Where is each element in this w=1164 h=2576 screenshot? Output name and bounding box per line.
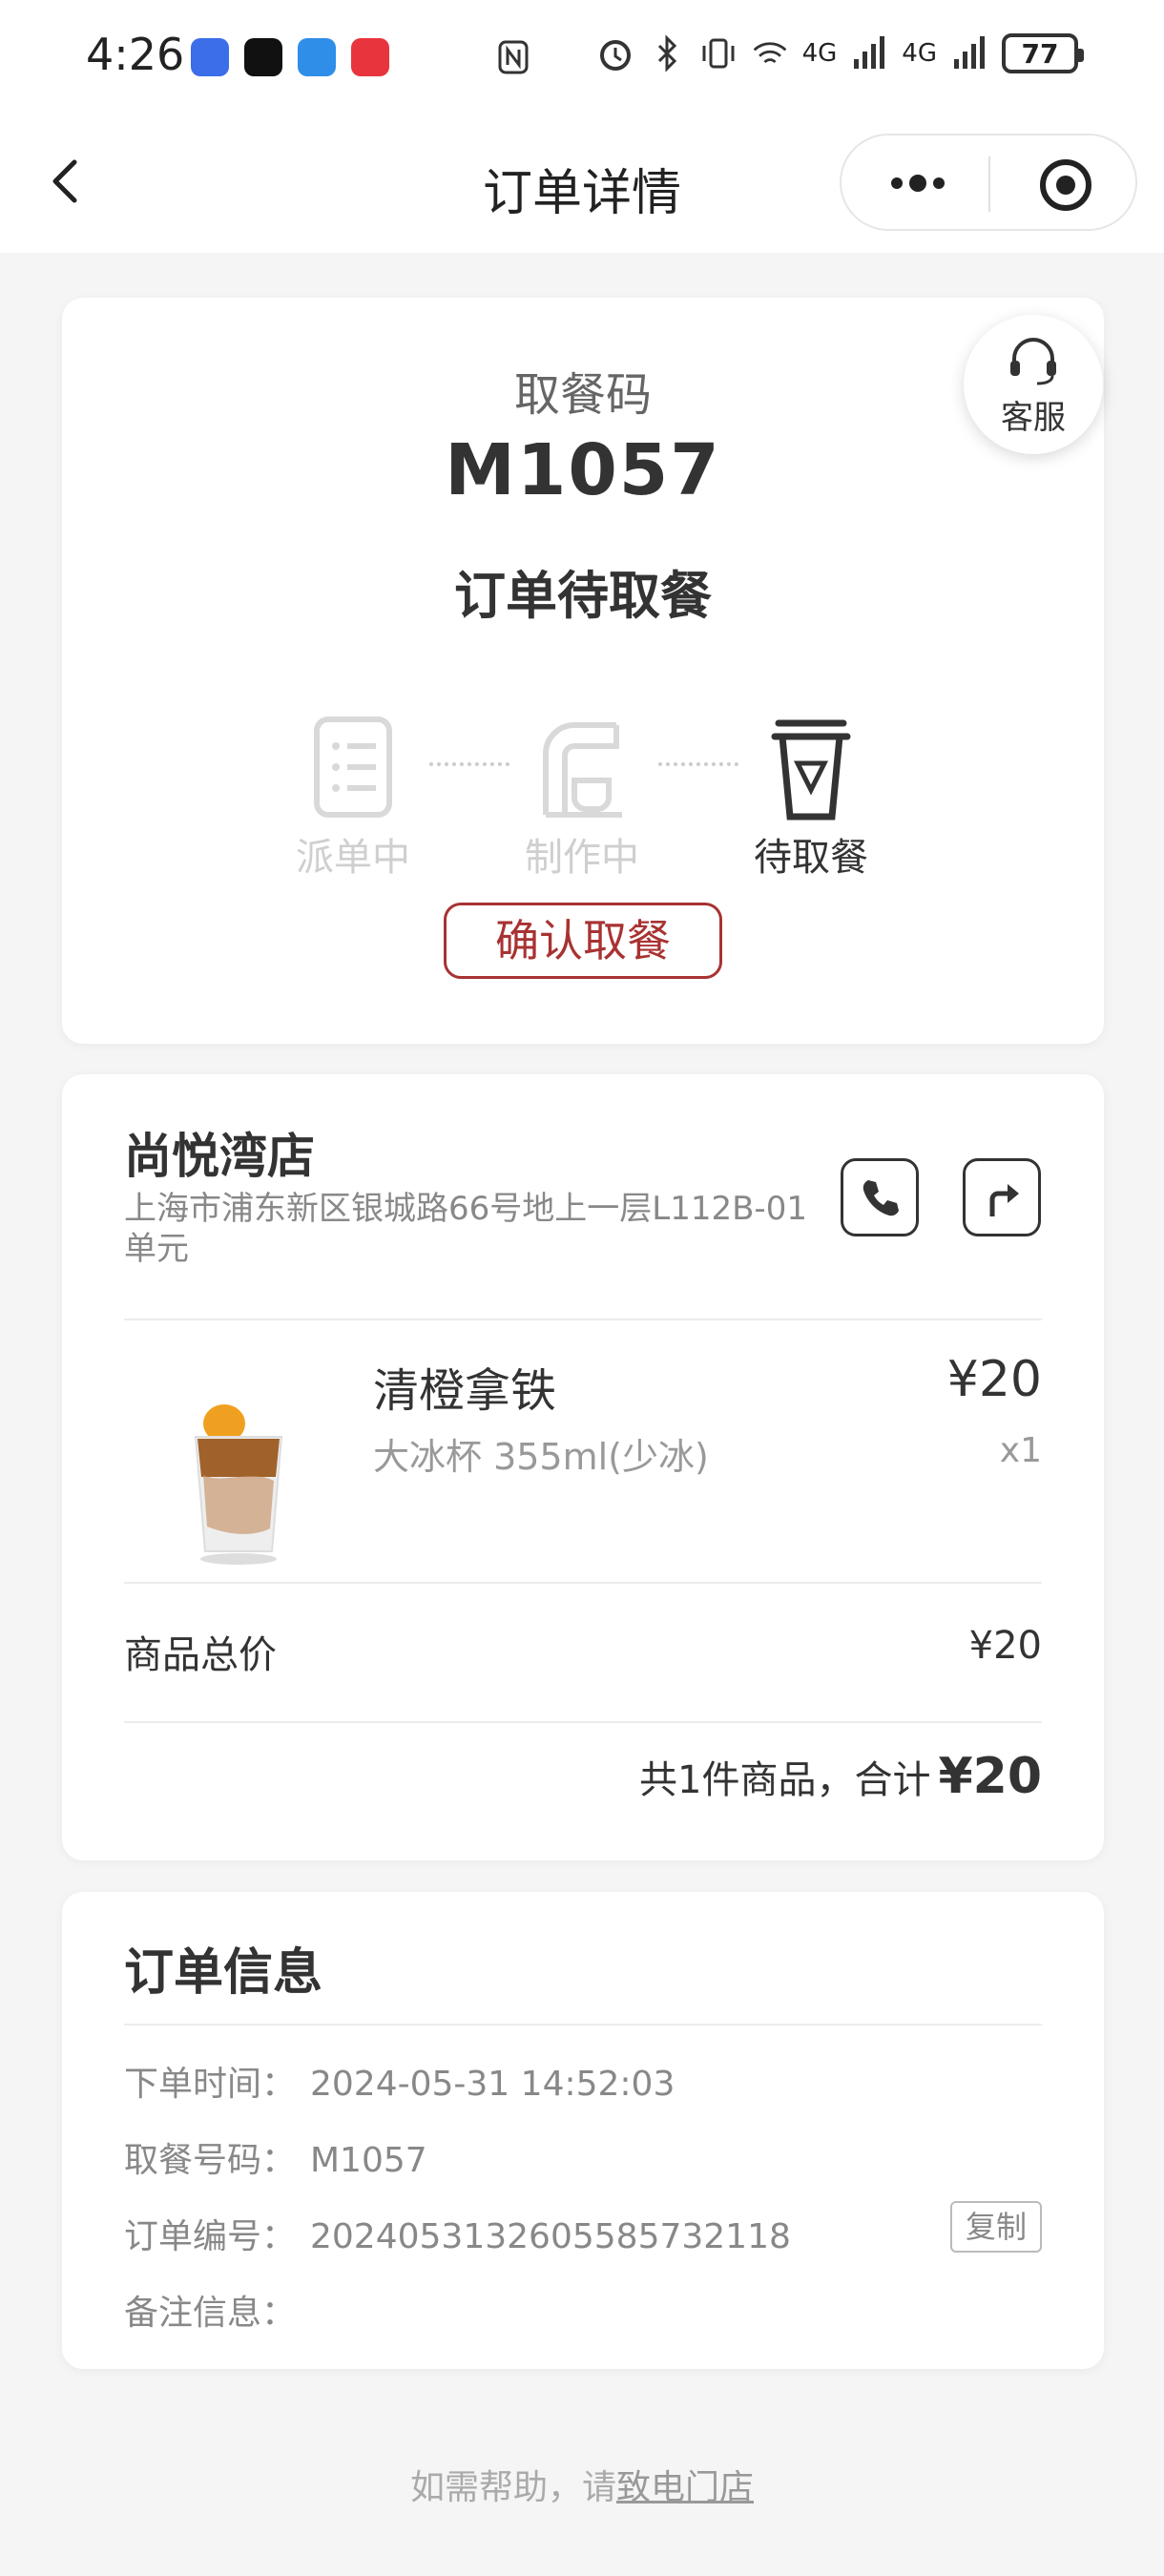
step-connector [658,762,738,766]
product-name: 清橙拿铁 [373,1364,557,1418]
directions-icon [989,1184,1019,1216]
product-price: ¥20 [946,1351,1042,1408]
more-icon[interactable] [880,164,956,202]
nav-bar: 订单详情 [0,114,1164,253]
battery-level: 77 [1021,37,1059,70]
phone-icon [863,1180,899,1216]
order-status: 订单待取餐 [454,566,712,626]
miniprogram-capsule [840,134,1137,231]
vibrate-icon [702,38,735,69]
product-spec: 大冰杯 355ml(少冰) [373,1436,709,1478]
customer-service-label: 客服 [1001,399,1066,437]
divider [124,1582,1042,1584]
step-ready-for-pickup: 待取餐 [735,716,887,882]
store-card: 尚悦湾店 上海市浦东新区银城路66号地上一层L112B-01单元 清橙拿铁 大冰… [62,1074,1104,1860]
confirm-pickup-button[interactable]: 确认取餐 [444,903,722,979]
order-time-label: 下单时间： [124,2065,297,2104]
order-number-value: 2024053132605585732118 [310,2217,791,2256]
step-dispatching: 派单中 [277,716,429,882]
order-list-icon [314,717,392,818]
step-label: 派单中 [296,836,410,880]
customer-service-button[interactable]: 客服 [964,315,1103,454]
divider [124,2024,1042,2025]
step-label: 待取餐 [754,836,868,880]
remarks-label: 备注信息： [124,2294,297,2333]
help-text: 如需帮助，请 [409,2468,616,2507]
alarm-icon [599,40,631,71]
coffee-cup-icon [771,719,851,821]
notification-icons [191,38,389,76]
total-prefix: 共1件商品，合计 [639,1758,931,1802]
capsule-divider [988,156,990,212]
call-store-button[interactable] [841,1158,919,1236]
remarks-row: 备注信息： [124,2285,310,2335]
product-image [194,1404,283,1565]
battery-icon: 77 [1002,33,1084,73]
order-time-value: 2024-05-31 14:52:03 [310,2065,676,2104]
total-amount: ¥20 [938,1748,1042,1805]
divider [124,1721,1042,1723]
signal-icon [954,36,985,69]
divider [124,1319,1042,1320]
signal-icon [854,36,885,69]
wifi-icon [753,42,786,64]
help-footer: 如需帮助，请致电门店 [0,2460,1164,2509]
pickup-code: M1057 [445,429,721,511]
status-time: 4:26 [86,29,185,80]
total-row: 共1件商品，合计 ¥20 [639,1748,1042,1805]
app-notification-icon [191,38,229,76]
order-info-title: 订单信息 [124,1944,323,2002]
copy-order-number-button[interactable]: 复制 [950,2201,1042,2253]
nfc-icon [498,40,529,74]
weather-notification-icon [298,38,336,76]
network-type-1: 4G [801,39,838,68]
order-time-row: 下单时间： 2024-05-31 14:52:03 [124,2056,675,2106]
call-store-link[interactable]: 致电门店 [616,2468,754,2507]
pickup-number-row: 取餐号码： M1057 [124,2132,427,2182]
store-name: 尚悦湾店 [124,1129,315,1184]
pickup-card: 取餐码 M1057 订单待取餐 客服 派单中 制作中 待取餐 确认取餐 [62,298,1104,1044]
tiktok-notification-icon [244,38,282,76]
bluetooth-icon [657,34,676,73]
subtotal-label: 商品总价 [124,1633,277,1677]
navigate-button[interactable] [963,1158,1041,1236]
headset-icon [1010,338,1056,385]
order-number-row: 订单编号： 2024053132605585732118 [124,2209,791,2258]
pickup-number-label: 取餐号码： [124,2141,297,2180]
product-quantity: x1 [999,1431,1042,1470]
status-right: 4G 4G 77 [596,32,1084,74]
order-number-label: 订单编号： [124,2217,297,2256]
status-bar: 4:26 4G 4G 77 [0,0,1164,114]
step-label: 制作中 [525,836,639,880]
mail-notification-icon [351,38,389,76]
close-miniprogram-icon[interactable] [1037,156,1094,214]
pickup-code-label: 取餐码 [513,368,652,422]
order-info-card: 订单信息 下单时间： 2024-05-31 14:52:03 取餐号码： M1057… [62,1892,1104,2369]
step-connector [429,762,509,766]
subtotal-value: ¥20 [968,1624,1042,1668]
store-address: 上海市浦东新区银城路66号地上一层L112B-01单元 [124,1190,807,1268]
step-preparing: 制作中 [506,716,658,882]
coffee-machine-icon [543,722,622,818]
pickup-number-value: M1057 [310,2141,427,2180]
network-type-2: 4G [902,39,937,68]
